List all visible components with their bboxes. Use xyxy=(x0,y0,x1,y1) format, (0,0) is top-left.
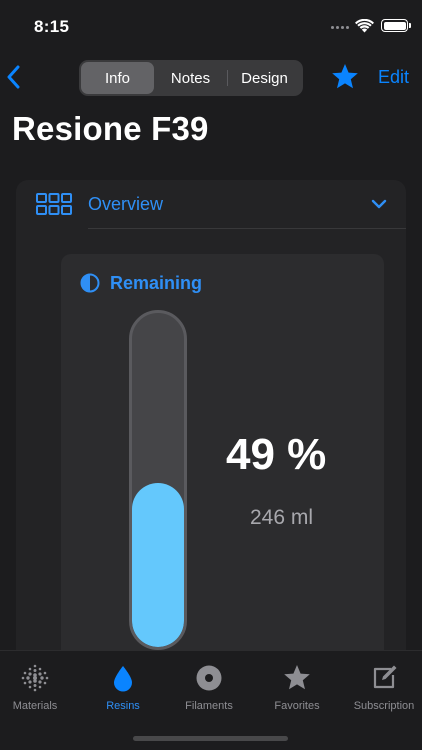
tab-favorites[interactable]: Favorites xyxy=(255,663,339,723)
tab-resins-label: Resins xyxy=(106,700,140,712)
chevron-left-icon xyxy=(7,65,20,89)
materials-grid-icon xyxy=(21,664,49,692)
tab-bar: Materials Resins Filaments Favorites Sub… xyxy=(0,650,422,750)
overview-section-header[interactable]: Overview xyxy=(16,180,406,228)
overview-card: Overview Remaining 49 % 246 ml xyxy=(16,180,406,680)
star-icon xyxy=(284,665,310,690)
tab-materials[interactable]: Materials xyxy=(0,663,77,723)
remaining-label: Remaining xyxy=(110,273,203,293)
segment-notes[interactable]: Notes xyxy=(154,62,227,94)
resin-level-fill xyxy=(132,483,184,647)
section-divider xyxy=(88,228,406,229)
half-circle-icon xyxy=(80,273,100,293)
battery-icon xyxy=(381,19,411,32)
tab-subscription-label: Subscription xyxy=(353,700,415,712)
status-bar: 8:15 xyxy=(0,0,422,54)
back-button[interactable] xyxy=(4,62,24,92)
chevron-down-icon[interactable] xyxy=(371,198,387,210)
segment-info-label: Info xyxy=(104,69,131,87)
grid-icon xyxy=(36,193,72,215)
screen: 8:15 Info Notes Design Edit Resione F39 … xyxy=(0,0,422,750)
segment-notes-label: Notes xyxy=(170,69,211,87)
drop-icon xyxy=(114,666,132,692)
overview-label: Overview xyxy=(88,194,164,214)
tab-subscription[interactable]: Subscription xyxy=(342,663,422,723)
tab-resins[interactable]: Resins xyxy=(81,663,165,723)
segment-design-label: Design xyxy=(241,69,288,87)
remaining-volume: 246 ml xyxy=(250,506,314,529)
tab-favorites-label: Favorites xyxy=(274,700,320,712)
status-time: 8:15 xyxy=(34,17,70,36)
resin-level-gauge xyxy=(129,310,187,650)
cellular-signal-icon xyxy=(331,26,349,29)
edit-button[interactable]: Edit xyxy=(378,67,409,88)
tab-materials-label: Materials xyxy=(12,700,58,712)
remaining-card: Remaining 49 % 246 ml xyxy=(61,254,384,680)
segment-info[interactable]: Info xyxy=(81,62,154,94)
segmented-control[interactable]: Info Notes Design xyxy=(79,60,303,96)
tab-filaments-label: Filaments xyxy=(185,700,233,712)
tab-filaments[interactable]: Filaments xyxy=(167,663,251,723)
favorite-star-icon[interactable] xyxy=(330,62,360,92)
wifi-icon xyxy=(355,19,374,33)
edit-square-icon xyxy=(373,665,397,689)
spool-icon xyxy=(196,665,222,691)
page-title: Resione F39 xyxy=(12,110,209,147)
segment-design[interactable]: Design xyxy=(228,62,301,94)
home-indicator xyxy=(133,736,288,741)
remaining-percent: 49 % xyxy=(226,430,327,479)
